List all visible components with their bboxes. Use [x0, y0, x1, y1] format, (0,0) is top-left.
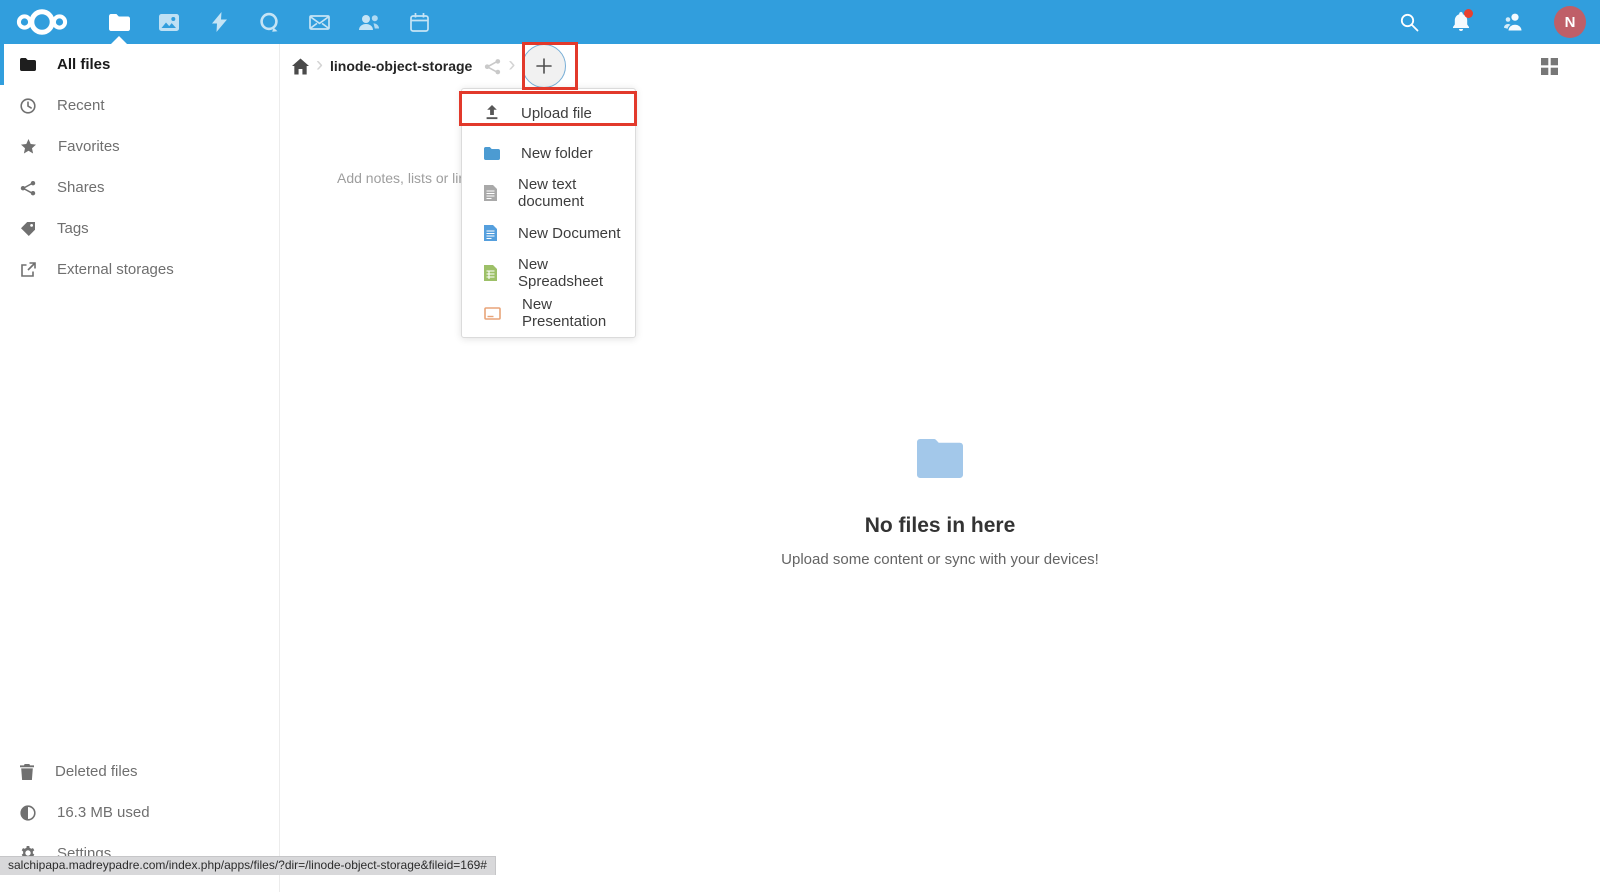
clock-icon: [20, 98, 36, 114]
talk-icon: [259, 12, 280, 33]
app-icon-calendar[interactable]: [394, 0, 444, 44]
sidebar-item-label: External storages: [57, 261, 174, 278]
document-icon: [484, 225, 497, 241]
notifications-bell-icon[interactable]: [1450, 11, 1472, 33]
photos-icon: [159, 14, 179, 31]
sidebar-item-tags[interactable]: Tags: [0, 208, 279, 249]
presentation-icon: [484, 307, 501, 320]
app-icon-photos[interactable]: [144, 0, 194, 44]
active-app-pointer: [111, 36, 127, 44]
calendar-icon: [410, 13, 429, 32]
sidebar-item-label: All files: [57, 56, 110, 73]
share-icon: [20, 180, 36, 196]
user-avatar[interactable]: N: [1554, 6, 1586, 38]
menu-item-new-presentation[interactable]: New Presentation: [462, 293, 635, 333]
quota-label: 16.3 MB used: [57, 804, 150, 821]
activity-bolt-icon: [212, 12, 227, 32]
sidebar-item-label: Shares: [57, 179, 105, 196]
sidebar-item-label: Deleted files: [55, 763, 138, 780]
quota-pie-icon: [20, 805, 36, 821]
menu-item-new-text-document[interactable]: New text document: [462, 173, 635, 213]
star-icon: [20, 139, 37, 155]
mail-icon: [309, 15, 330, 30]
sidebar-item-recent[interactable]: Recent: [0, 85, 279, 126]
files-folder-icon: [109, 14, 130, 31]
empty-state-subtitle: Upload some content or sync with your de…: [280, 551, 1600, 568]
menu-item-label: Upload file: [521, 105, 592, 122]
app-icon-contacts[interactable]: [344, 0, 394, 44]
menu-item-new-spreadsheet[interactable]: New Spreadsheet: [462, 253, 635, 293]
external-link-icon: [20, 262, 36, 278]
top-navigation-bar: N: [0, 0, 1600, 44]
text-document-icon: [484, 185, 497, 201]
new-file-button[interactable]: [522, 44, 566, 88]
upload-icon: [484, 105, 500, 121]
breadcrumb-folder[interactable]: linode-object-storage: [330, 58, 472, 74]
nextcloud-logo[interactable]: [16, 7, 68, 37]
sidebar-item-deleted-files[interactable]: Deleted files: [0, 751, 279, 792]
app-icon-mail[interactable]: [294, 0, 344, 44]
menu-item-label: New folder: [521, 145, 593, 162]
home-icon[interactable]: [292, 58, 309, 75]
empty-state-title: No files in here: [280, 514, 1600, 538]
folder-icon: [20, 58, 36, 71]
new-file-menu: Upload file New folder New text document…: [461, 88, 636, 338]
breadcrumb-separator-icon: ›: [316, 54, 323, 75]
share-folder-icon[interactable]: [484, 58, 501, 75]
grid-view-icon[interactable]: [1541, 58, 1558, 75]
breadcrumb: › linode-object-storage ›: [280, 44, 1600, 88]
plus-icon: [534, 56, 554, 76]
menu-item-new-folder[interactable]: New folder: [462, 133, 635, 173]
sidebar-item-quota[interactable]: 16.3 MB used: [0, 792, 279, 833]
sidebar-item-all-files[interactable]: All files: [0, 44, 279, 85]
link-preview-statusbar: salchipapa.madreypadre.com/index.php/app…: [0, 856, 496, 875]
new-folder-icon: [484, 147, 500, 160]
menu-item-label: New text document: [518, 176, 635, 210]
menu-item-new-document[interactable]: New Document: [462, 213, 635, 253]
empty-folder-icon: [913, 434, 967, 479]
menu-item-label: New Spreadsheet: [518, 256, 635, 290]
sidebar-item-label: Favorites: [58, 138, 120, 155]
app-icon-files[interactable]: [94, 0, 144, 44]
sidebar-item-external-storages[interactable]: External storages: [0, 249, 279, 290]
workspace-notes-placeholder[interactable]: Add notes, lists or lin: [337, 170, 466, 186]
contacts-menu-icon[interactable]: [1502, 11, 1524, 33]
breadcrumb-separator-icon: ›: [508, 54, 515, 75]
app-icon-activity[interactable]: [194, 0, 244, 44]
menu-item-label: New Presentation: [522, 296, 635, 330]
menu-item-upload-file[interactable]: Upload file: [462, 93, 635, 133]
sidebar-item-label: Recent: [57, 97, 105, 114]
topbar-right-cluster: N: [1398, 0, 1600, 44]
sidebar-item-label: Tags: [57, 220, 89, 237]
spreadsheet-icon: [484, 265, 497, 281]
sidebar-item-shares[interactable]: Shares: [0, 167, 279, 208]
app-icon-talk[interactable]: [244, 0, 294, 44]
files-sidebar: All files Recent Favorites Shares Tags: [0, 44, 280, 892]
search-icon[interactable]: [1398, 11, 1420, 33]
sidebar-item-favorites[interactable]: Favorites: [0, 126, 279, 167]
menu-item-label: New Document: [518, 225, 621, 242]
unread-notification-dot: [1464, 9, 1473, 18]
empty-folder-state: No files in here Upload some content or …: [280, 434, 1600, 568]
tag-icon: [20, 221, 36, 237]
trash-icon: [20, 764, 34, 780]
contacts-icon: [358, 14, 381, 31]
